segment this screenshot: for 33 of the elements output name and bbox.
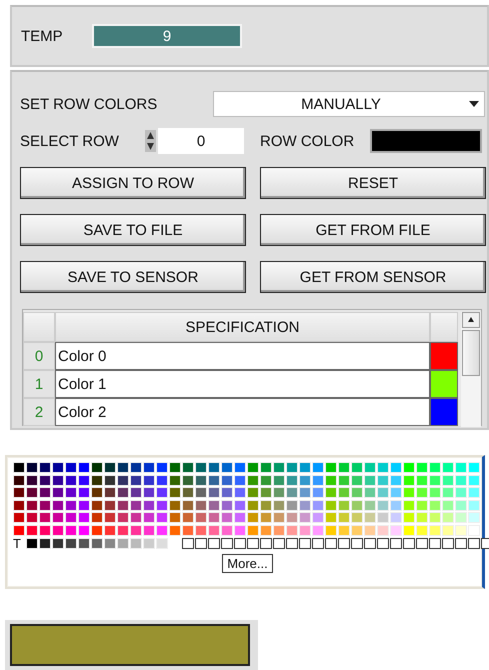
row-index-cell: 1 — [23, 370, 55, 398]
action-button[interactable]: GET FROM SENSOR — [260, 261, 486, 293]
action-button[interactable]: SAVE TO SENSOR — [20, 261, 246, 293]
row-index-cell: 0 — [23, 342, 55, 370]
custom-color-slots-drawing[interactable] — [182, 538, 489, 550]
more-colors-button[interactable]: More... — [222, 554, 273, 572]
transparent-option[interactable]: T — [13, 538, 26, 550]
action-button[interactable]: RESET — [260, 167, 486, 199]
scroll-up-icon[interactable] — [462, 312, 480, 328]
action-button[interactable]: ASSIGN TO ROW — [20, 167, 246, 199]
row-color-swatch[interactable] — [370, 129, 482, 153]
row-index-cell: 2 — [23, 398, 55, 426]
action-button[interactable]: SAVE TO FILE — [20, 214, 246, 246]
table-cell: Color 0 — [55, 342, 430, 370]
temp-label: TEMP — [21, 28, 64, 44]
scrollbar[interactable] — [461, 312, 481, 427]
row-colors-dropdown[interactable]: MANUALLY — [213, 91, 485, 117]
set-row-colors-label: SET ROW COLORS — [20, 96, 158, 112]
shade-swatches-drawing[interactable] — [26, 538, 169, 550]
row-number-field[interactable]: 0 — [158, 128, 244, 154]
table-cell: Color 1 — [55, 370, 430, 398]
temp-field: 9 — [92, 24, 242, 48]
row-color-label: ROW COLOR — [260, 132, 356, 150]
action-button[interactable]: GET FROM FILE — [260, 214, 486, 246]
corner-header-cell — [23, 312, 55, 342]
color-grid-drawing[interactable] — [13, 462, 482, 537]
caret-icon — [468, 100, 480, 108]
spinner-arrows-icon[interactable] — [145, 130, 156, 152]
scroll-thumb[interactable] — [462, 330, 480, 376]
select-row-label: SELECT ROW — [20, 132, 120, 150]
color-column-header — [430, 312, 458, 342]
column-header: SPECIFICATION — [55, 312, 430, 342]
table-cell: Color 2 — [55, 398, 430, 426]
